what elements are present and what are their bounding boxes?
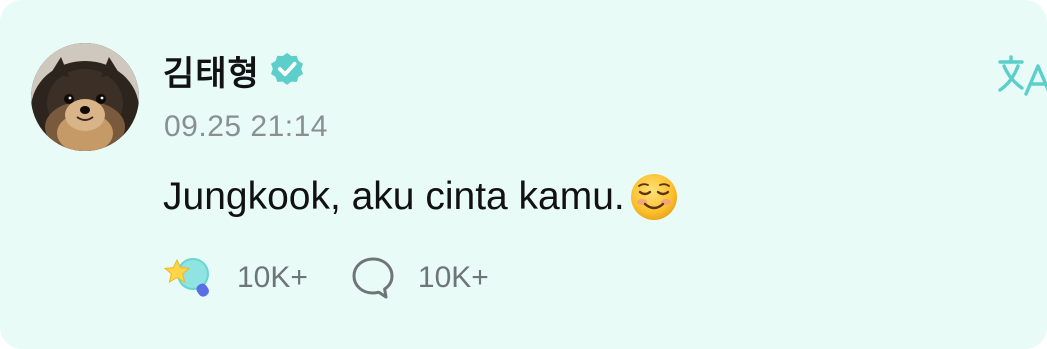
post-timestamp: 09.25 21:14 [164, 110, 328, 143]
comment-button[interactable]: 10K+ [350, 255, 489, 301]
comment-count: 10K+ [417, 261, 489, 294]
smiling-face-emoji-icon [630, 174, 677, 220]
author-name[interactable]: 김태형 [163, 46, 260, 95]
translate-button[interactable] [996, 52, 1047, 100]
cheer-button[interactable]: 10K+ [163, 254, 308, 302]
post-message: Jungkook, aku cinta kamu. [163, 175, 625, 218]
comment-bubble-icon [352, 257, 394, 299]
verified-badge-icon [270, 52, 303, 85]
cheer-count: 10K+ [237, 261, 308, 294]
translate-icon [998, 55, 1047, 96]
author-avatar[interactable] [31, 43, 139, 151]
post-card: 김태형 09.25 21:14 Jungkook, aku cinta kamu… [0, 0, 1047, 349]
pomeranian-dog-avatar-icon [31, 43, 139, 151]
author-row: 김태형 [163, 46, 306, 95]
post-message-row: Jungkook, aku cinta kamu. [163, 172, 679, 222]
star-cheer-icon [163, 258, 209, 297]
post-actions: 10K+ 10K+ [163, 254, 489, 302]
